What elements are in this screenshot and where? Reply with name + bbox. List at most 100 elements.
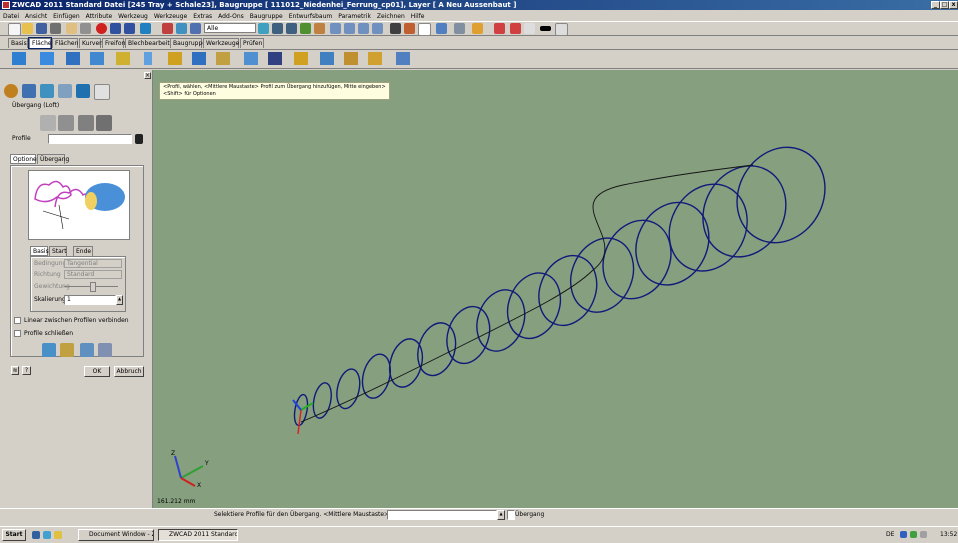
command-input[interactable] bbox=[387, 510, 497, 520]
redo-icon[interactable] bbox=[124, 23, 135, 34]
tab-options[interactable]: Optionen bbox=[10, 154, 41, 164]
minimize-button[interactable]: _ bbox=[931, 1, 940, 9]
materials-icon[interactable] bbox=[76, 84, 90, 98]
regen-icon[interactable] bbox=[140, 23, 151, 34]
loft-profile[interactable] bbox=[559, 228, 644, 322]
line-weight-icon[interactable] bbox=[540, 26, 551, 31]
zoom-icon[interactable] bbox=[330, 23, 341, 34]
loft-type-2-icon[interactable] bbox=[58, 115, 74, 131]
filter-icon[interactable] bbox=[190, 23, 201, 34]
extrude-icon[interactable] bbox=[12, 52, 26, 65]
tray-volume-icon[interactable] bbox=[920, 531, 927, 538]
copy-icon[interactable] bbox=[80, 23, 91, 34]
cylinder-icon[interactable] bbox=[144, 52, 152, 65]
thicken-icon[interactable] bbox=[344, 52, 358, 65]
pattern-icon[interactable] bbox=[244, 52, 258, 65]
linear-checkbox[interactable] bbox=[14, 317, 21, 324]
pan-icon[interactable] bbox=[344, 23, 355, 34]
close-button[interactable]: x bbox=[949, 1, 958, 9]
scale-input[interactable]: 1 bbox=[64, 295, 116, 305]
loft-icon[interactable] bbox=[90, 52, 104, 65]
subtab-start[interactable]: Start bbox=[49, 246, 67, 256]
tab-sheetmetal[interactable]: Blechbearbeitung bbox=[125, 38, 181, 48]
pin-button[interactable]: ≋ bbox=[11, 366, 19, 375]
tab-basis[interactable]: Basis bbox=[8, 38, 28, 48]
help-button[interactable]: ? bbox=[22, 366, 31, 375]
tab-tools[interactable]: Werkzeuge bbox=[203, 38, 239, 48]
mode-dropdown[interactable]: Übergang bbox=[515, 511, 544, 518]
direction-select[interactable]: Standard bbox=[64, 270, 122, 279]
pen-icon[interactable] bbox=[510, 23, 521, 34]
loft-profile[interactable] bbox=[469, 283, 533, 357]
loft-type-3-icon[interactable] bbox=[78, 115, 94, 131]
loft-profile[interactable] bbox=[440, 301, 497, 369]
subtab-basis[interactable]: Basis bbox=[30, 246, 49, 256]
shell-icon[interactable] bbox=[168, 52, 182, 65]
history-icon[interactable] bbox=[4, 84, 18, 98]
draft-icon[interactable] bbox=[192, 52, 206, 65]
weight-slider-thumb[interactable] bbox=[90, 282, 96, 292]
task-zwcad[interactable]: ZWCAD 2011 Standard ... bbox=[158, 529, 238, 541]
undo-icon[interactable] bbox=[110, 23, 121, 34]
continuity-4-icon[interactable] bbox=[98, 343, 112, 357]
print-icon[interactable] bbox=[50, 23, 61, 34]
options-icon[interactable] bbox=[418, 23, 431, 36]
layers-icon[interactable] bbox=[40, 84, 54, 98]
box-icon[interactable] bbox=[555, 23, 568, 36]
cube-icon[interactable] bbox=[436, 23, 447, 34]
continuity-1-icon[interactable] bbox=[42, 343, 56, 357]
loft-profile[interactable] bbox=[384, 335, 427, 391]
layer-filter-combo[interactable]: Alle bbox=[204, 23, 256, 33]
tab-curves[interactable]: Kurven bbox=[79, 38, 103, 48]
quicklaunch-browser-icon[interactable] bbox=[43, 531, 51, 539]
sweep-icon[interactable] bbox=[66, 52, 80, 65]
tab-assembly[interactable]: Baugruppe bbox=[170, 38, 206, 48]
panel-close-button[interactable]: × bbox=[144, 72, 151, 79]
tree-icon[interactable] bbox=[22, 84, 36, 98]
close-profiles-checkbox[interactable] bbox=[14, 330, 21, 337]
scale-spinner[interactable]: ▲ bbox=[116, 295, 123, 305]
loft-profiles-drawing[interactable] bbox=[153, 70, 958, 508]
glasses-icon[interactable] bbox=[58, 84, 72, 98]
boolean-icon[interactable] bbox=[294, 52, 308, 65]
save-icon[interactable] bbox=[36, 23, 47, 34]
task-document-window[interactable]: Document Window - ZW3... bbox=[78, 529, 154, 541]
start-button[interactable]: Start bbox=[2, 529, 26, 541]
fit-icon[interactable] bbox=[372, 23, 383, 34]
split-icon[interactable] bbox=[216, 52, 230, 65]
tray-network-icon[interactable] bbox=[900, 531, 907, 538]
measure-icon[interactable] bbox=[162, 23, 173, 34]
line-style-icon[interactable] bbox=[524, 23, 535, 34]
loft-profile[interactable] bbox=[333, 367, 363, 411]
transform-icon[interactable] bbox=[396, 52, 410, 65]
language-indicator[interactable]: DE bbox=[886, 531, 894, 538]
continuity-3-icon[interactable] bbox=[80, 343, 94, 357]
view-icon[interactable] bbox=[258, 23, 269, 34]
open-folder-icon[interactable] bbox=[22, 23, 33, 34]
fillet-icon[interactable] bbox=[116, 52, 130, 65]
loft-profile[interactable] bbox=[311, 381, 334, 419]
subtab-end[interactable]: Ende bbox=[73, 246, 93, 256]
render-icon[interactable] bbox=[300, 23, 311, 34]
maximize-button[interactable]: □ bbox=[940, 1, 949, 9]
tab-surfaces[interactable]: Flächen bbox=[52, 38, 78, 48]
profile-picker-icon[interactable] bbox=[135, 134, 143, 144]
combine-icon[interactable] bbox=[320, 52, 334, 65]
tab-transition[interactable]: Übergang bbox=[37, 154, 69, 164]
quicklaunch-desktop-icon[interactable] bbox=[32, 531, 40, 539]
material-icon[interactable] bbox=[314, 23, 325, 34]
offset-icon[interactable] bbox=[368, 52, 382, 65]
command-spinner[interactable]: ▲ bbox=[497, 510, 505, 520]
revolve-icon[interactable] bbox=[40, 52, 54, 65]
quicklaunch-explorer-icon[interactable] bbox=[54, 531, 62, 539]
grid-icon[interactable] bbox=[390, 23, 401, 34]
tab-freeform[interactable]: Freiform bbox=[102, 38, 130, 48]
stop-icon[interactable] bbox=[96, 23, 107, 34]
tab-check[interactable]: Prüfen bbox=[240, 38, 264, 48]
3d-viewport[interactable]: <Profil, wählen, <Mittlere Maustaste> Pr… bbox=[153, 70, 958, 508]
loft-type-4-icon[interactable] bbox=[96, 115, 112, 131]
loft-profile[interactable] bbox=[529, 247, 607, 334]
loft-profile[interactable] bbox=[622, 190, 722, 297]
tray-security-icon[interactable] bbox=[910, 531, 917, 538]
light-icon[interactable] bbox=[472, 23, 483, 34]
